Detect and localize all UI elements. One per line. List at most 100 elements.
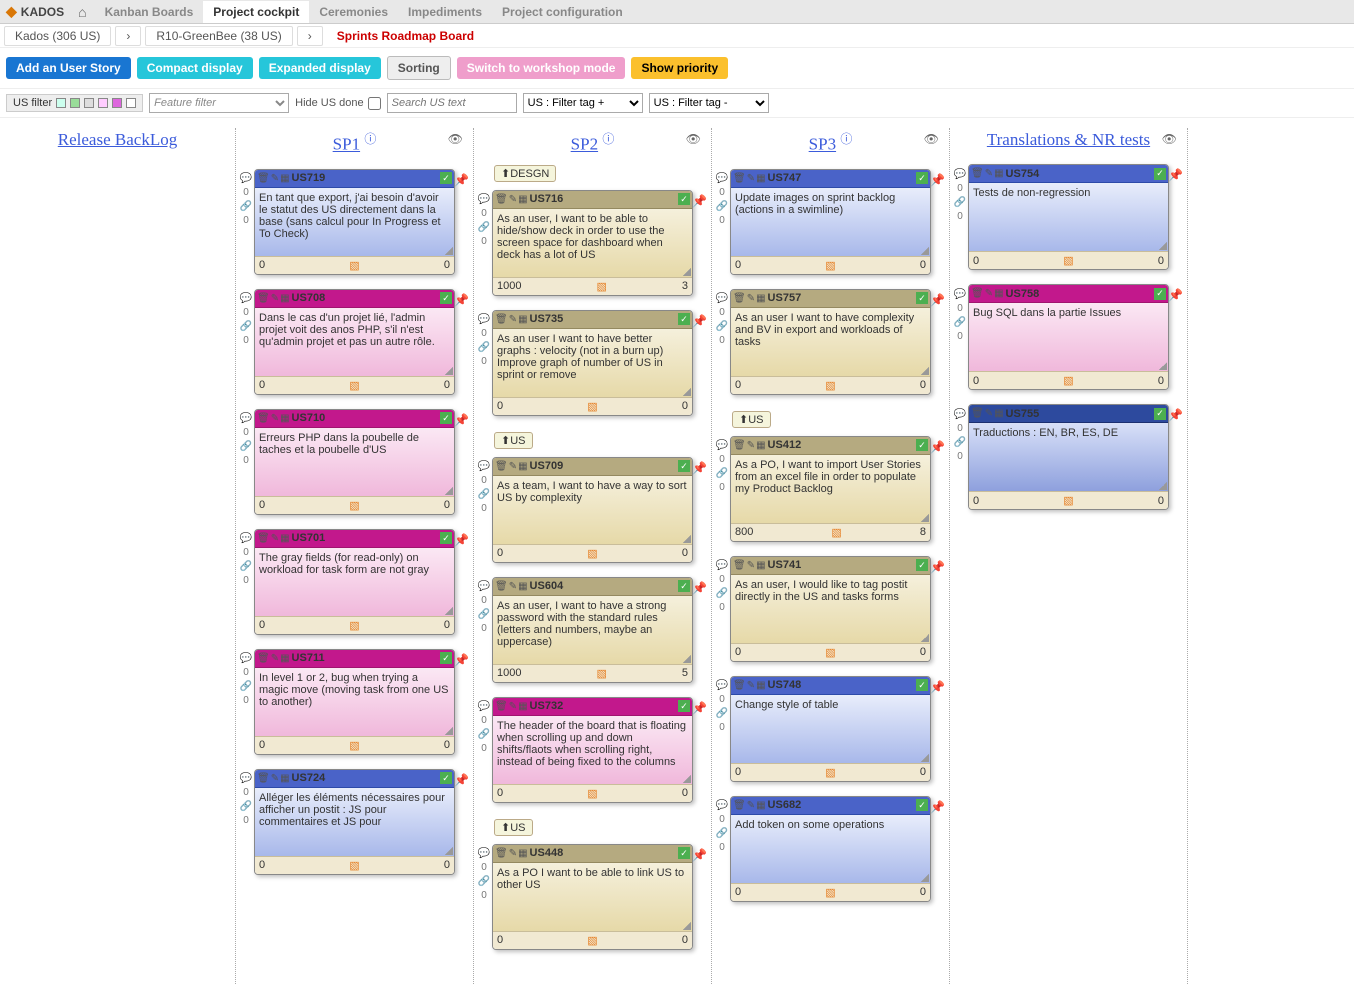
pin-icon[interactable]: 📌 — [692, 194, 707, 208]
swatch-5[interactable] — [112, 98, 122, 108]
trash-icon[interactable]: 🗑 — [257, 773, 270, 784]
info-icon[interactable]: ⓘ — [840, 132, 852, 146]
calendar-icon[interactable]: ▦ — [518, 461, 527, 472]
check-icon[interactable]: ✓ — [916, 559, 928, 571]
rss-icon[interactable]: ▧ — [349, 859, 359, 872]
card-US748[interactable]: 💬0🔗0📌🗑✎▦US748✓Change style of table0▧0 — [716, 676, 945, 782]
calendar-icon[interactable]: ▦ — [518, 848, 527, 859]
eye-icon[interactable]: 👁 — [924, 132, 939, 147]
rss-icon[interactable]: ▧ — [349, 379, 359, 392]
check-icon[interactable]: ✓ — [440, 532, 452, 544]
edit-icon[interactable]: ✎ — [271, 293, 279, 304]
card[interactable]: 🗑✎▦US719✓En tant que export, j'ai besoin… — [254, 169, 455, 275]
edit-icon[interactable]: ✎ — [509, 194, 517, 205]
card-US741[interactable]: 💬0🔗0📌🗑✎▦US741✓As an user, I would like t… — [716, 556, 945, 662]
pin-icon[interactable]: 📌 — [692, 701, 707, 715]
card[interactable]: 🗑✎▦US710✓Erreurs PHP dans la poubelle de… — [254, 409, 455, 515]
comment-icon[interactable]: 💬 — [240, 173, 252, 185]
trash-icon[interactable]: 🗑 — [733, 440, 746, 451]
card[interactable]: 🗑✎▦US758✓Bug SQL dans la partie Issues0▧… — [968, 284, 1169, 390]
pin-icon[interactable]: 📌 — [454, 173, 469, 187]
edit-icon[interactable]: ✎ — [747, 173, 755, 184]
check-icon[interactable]: ✓ — [440, 772, 452, 784]
rss-icon[interactable]: ▧ — [825, 886, 835, 899]
edit-icon[interactable]: ✎ — [271, 773, 279, 784]
backlog-link[interactable]: Release BackLog — [58, 130, 177, 149]
card-US682[interactable]: 💬0🔗0📌🗑✎▦US682✓Add token on some operatio… — [716, 796, 945, 902]
calendar-icon[interactable]: ▦ — [994, 408, 1003, 419]
pin-icon[interactable]: 📌 — [1168, 408, 1183, 422]
calendar-icon[interactable]: ▦ — [994, 168, 1003, 179]
rss-icon[interactable]: ▧ — [596, 280, 606, 293]
edit-icon[interactable]: ✎ — [747, 680, 755, 691]
eye-icon[interactable]: 👁 — [686, 132, 701, 147]
card-US711[interactable]: 💬0🔗0📌🗑✎▦US711✓In level 1 or 2, bug when … — [240, 649, 469, 755]
card-US735[interactable]: 💬0🔗0📌🗑✎▦US735✓As an user I want to have … — [478, 310, 707, 416]
check-icon[interactable]: ✓ — [440, 412, 452, 424]
card[interactable]: 🗑✎▦US724✓Alléger les éléments nécessaire… — [254, 769, 455, 875]
comment-icon[interactable]: 💬 — [240, 773, 252, 785]
edit-icon[interactable]: ✎ — [509, 581, 517, 592]
pin-icon[interactable]: 📌 — [930, 560, 945, 574]
trash-icon[interactable]: 🗑 — [733, 560, 746, 571]
check-icon[interactable]: ✓ — [1154, 288, 1166, 300]
card[interactable]: 🗑✎▦US604✓As an user, I want to have a st… — [492, 577, 693, 683]
edit-icon[interactable]: ✎ — [747, 560, 755, 571]
pin-icon[interactable]: 📌 — [930, 173, 945, 187]
swatch-4[interactable] — [98, 98, 108, 108]
pin-icon[interactable]: 📌 — [454, 413, 469, 427]
tag-plus-select[interactable]: US : Filter tag + — [523, 93, 643, 113]
link-icon[interactable]: 🔗 — [954, 196, 966, 208]
pin-icon[interactable]: 📌 — [930, 800, 945, 814]
nav-cockpit[interactable]: Project cockpit — [203, 1, 309, 23]
card[interactable]: 🗑✎▦US747✓Update images on sprint backlog… — [730, 169, 931, 275]
rss-icon[interactable]: ▧ — [831, 526, 841, 539]
check-icon[interactable]: ✓ — [440, 172, 452, 184]
comment-icon[interactable]: 💬 — [716, 293, 728, 305]
edit-icon[interactable]: ✎ — [985, 168, 993, 179]
nav-kanban[interactable]: Kanban Boards — [95, 1, 204, 23]
pin-icon[interactable]: 📌 — [930, 680, 945, 694]
calendar-icon[interactable]: ▦ — [280, 293, 289, 304]
card[interactable]: 🗑✎▦US711✓In level 1 or 2, bug when tryin… — [254, 649, 455, 755]
eye-icon[interactable]: 👁 — [1162, 132, 1177, 147]
sorting-button[interactable]: Sorting — [387, 56, 451, 80]
card[interactable]: 🗑✎▦US412✓As a PO, I want to import User … — [730, 436, 931, 542]
card[interactable]: 🗑✎▦US701✓The gray fields (for read-only)… — [254, 529, 455, 635]
link-icon[interactable]: 🔗 — [716, 321, 728, 333]
rss-icon[interactable]: ▧ — [587, 547, 597, 560]
pin-icon[interactable]: 📌 — [1168, 168, 1183, 182]
workshop-button[interactable]: Switch to workshop mode — [457, 57, 626, 79]
trash-icon[interactable]: 🗑 — [733, 293, 746, 304]
pin-icon[interactable]: 📌 — [930, 440, 945, 454]
link-icon[interactable]: 🔗 — [716, 588, 728, 600]
comment-icon[interactable]: 💬 — [478, 701, 490, 713]
calendar-icon[interactable]: ▦ — [994, 288, 1003, 299]
link-icon[interactable]: 🔗 — [240, 321, 252, 333]
swatch-6[interactable] — [126, 98, 136, 108]
card-US604[interactable]: 💬0🔗0📌🗑✎▦US604✓As an user, I want to have… — [478, 577, 707, 683]
card-US724[interactable]: 💬0🔗0📌🗑✎▦US724✓Alléger les éléments néces… — [240, 769, 469, 875]
sp1-link[interactable]: SP1 — [333, 135, 360, 154]
pin-icon[interactable]: 📌 — [692, 848, 707, 862]
link-icon[interactable]: 🔗 — [478, 876, 490, 888]
priority-button[interactable]: Show priority — [631, 57, 728, 79]
edit-icon[interactable]: ✎ — [985, 288, 993, 299]
comment-icon[interactable]: 💬 — [954, 288, 966, 300]
edit-icon[interactable]: ✎ — [509, 848, 517, 859]
breadcrumb-release[interactable]: R10-GreenBee (38 US) — [145, 26, 292, 46]
edit-icon[interactable]: ✎ — [747, 800, 755, 811]
calendar-icon[interactable]: ▦ — [756, 173, 765, 184]
card-US716[interactable]: 💬0🔗0📌🗑✎▦US716✓As an user, I want to be a… — [478, 190, 707, 296]
card-US719[interactable]: 💬0🔗0📌🗑✎▦US719✓En tant que export, j'ai b… — [240, 169, 469, 275]
pin-icon[interactable]: 📌 — [692, 581, 707, 595]
calendar-icon[interactable]: ▦ — [518, 194, 527, 205]
trash-icon[interactable]: 🗑 — [971, 168, 984, 179]
card-US755[interactable]: 💬0🔗0📌🗑✎▦US755✓Traductions : EN, BR, ES, … — [954, 404, 1183, 510]
calendar-icon[interactable]: ▦ — [518, 701, 527, 712]
comment-icon[interactable]: 💬 — [240, 413, 252, 425]
trash-icon[interactable]: 🗑 — [495, 581, 508, 592]
home-icon[interactable]: ⌂ — [70, 4, 94, 20]
card[interactable]: 🗑✎▦US716✓As an user, I want to be able t… — [492, 190, 693, 296]
calendar-icon[interactable]: ▦ — [756, 293, 765, 304]
